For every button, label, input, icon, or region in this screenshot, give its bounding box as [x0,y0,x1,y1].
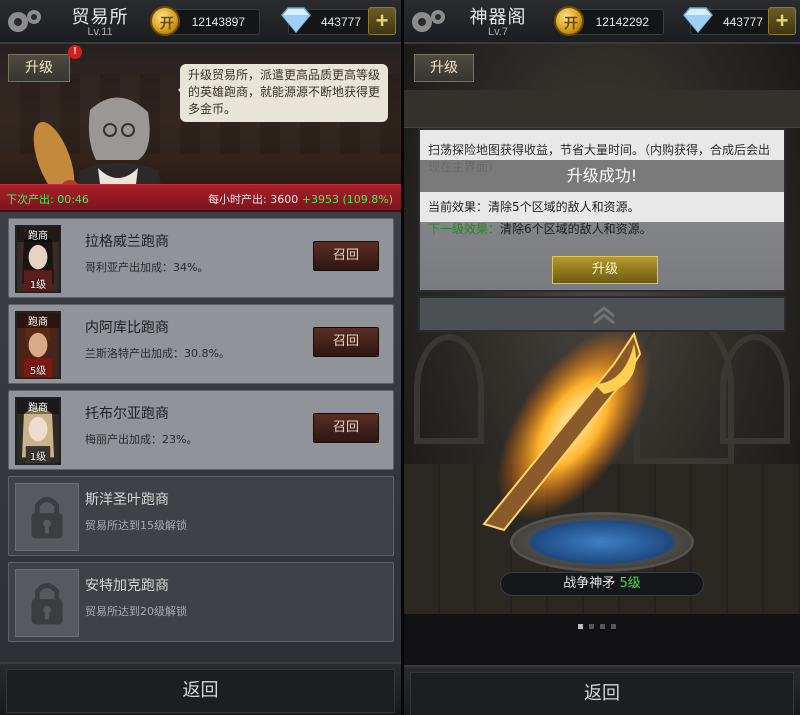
top-bar: 贸易所 Lv.11 12143897 开 443777 + [0,0,401,44]
diamond-value: 443777 [722,15,763,29]
merchant-row: 跑商 1级 托布尔亚跑商 梅丽产出加成：23%。 召回 [8,390,394,470]
merchant-portrait[interactable]: 跑商 5级 [15,311,61,379]
page-dot[interactable] [611,624,616,629]
page-dot[interactable] [589,624,594,629]
chevron-up-icon [593,306,615,325]
unlock-requirement: 贸易所达到15级解锁 [85,519,187,532]
next-output-timer: 下次产出: 00:46 [6,193,89,206]
merchant-bonus: 哥利亚产出加成：34%。 [85,261,209,274]
notification-badge: ! [68,45,82,59]
current-effect: 当前效果：清除5个区域的敌人和资源。 [428,198,640,215]
scene-header [404,90,800,128]
artifact-pavilion-panel: 神器阁 Lv.7 12142292 开 443777 + 升级 扫荡探险地图获得… [404,0,800,715]
page-dot[interactable] [600,624,605,629]
gold-coin-icon: 开 [554,6,584,36]
speech-bubble: 升级贸易所，派遣更高品质更高等级的英雄跑商，就能源源不断地获得更多金币。 [178,64,388,122]
merchant-level: 5级 [29,366,47,377]
upgrade-tab-button[interactable]: 升级 [414,54,474,82]
gold-value: 12143897 [191,15,245,29]
recall-button[interactable]: 召回 [313,413,379,443]
production-bar: 下次产出: 00:46 每小时产出: 3600 +3953 (109.8%) [0,184,401,212]
diamond-icon [278,6,314,34]
merchant-name: 安特加克跑商 [85,578,169,594]
next-effect: 下一级效果：清除6个区域的敌人和资源。 [428,220,652,237]
upgrade-tab-button[interactable]: 升级 [8,54,70,82]
bottom-bar: 返回 [404,665,800,715]
upgrade-success-toast: 升级成功! [420,160,784,192]
merchant-row: 跑商 1级 拉格威兰跑商 哥利亚产出加成：34%。 召回 [8,218,394,298]
artifact-info-panel: 扫荡探险地图获得收益，节省大量时间。（内购获得，合成后会出现在主界面） 升级成功… [418,128,786,292]
trading-post-panel: 贸易所 Lv.11 12143897 开 443777 + 升级 ! 升级贸易所… [0,0,401,715]
next-effect-label: 下一级效果： [428,222,501,236]
merchant-name: 斯洋圣叶跑商 [85,492,169,508]
merchant-name: 内阿库比跑商 [85,320,169,336]
back-button[interactable]: 返回 [410,672,794,715]
merchant-woman-portrait [33,97,161,184]
merchant-bonus: 梅丽产出加成：23%。 [85,433,198,446]
merchant-tag: 跑商 [17,399,59,414]
unlock-requirement: 贸易所达到20级解锁 [85,605,187,618]
collapse-panel-button[interactable] [418,296,786,332]
page-dot[interactable] [578,624,583,629]
diamond-value: 443777 [320,15,361,29]
top-bar: 神器阁 Lv.7 12142292 开 443777 + [404,0,800,44]
artifact-name-label: 战争神矛 5级 [500,572,704,596]
padlock-icon [15,483,79,551]
building-level: Lv.7 [488,26,508,38]
locked-merchant-row: 安特加克跑商 贸易所达到20级解锁 [8,562,394,642]
next-effect-text: 清除6个区域的敌人和资源。 [500,222,652,236]
artifact-level: 5级 [619,576,641,591]
merchant-list: 跑商 1级 拉格威兰跑商 哥利亚产出加成：34%。 召回 跑商 5级 内阿库比跑… [0,212,401,662]
merchant-name: 拉格威兰跑商 [85,234,169,250]
merchant-name: 托布尔亚跑商 [85,406,169,422]
merchant-level: 1级 [29,452,47,463]
hourly-output-bonus: +3953 (109.8%) [301,193,393,206]
merchant-portrait[interactable]: 跑商 1级 [15,225,61,293]
add-diamonds-button[interactable]: + [768,7,796,35]
merchant-row: 跑商 5级 内阿库比跑商 兰斯洛特产出加成：30.8%。 召回 [8,304,394,384]
artifact-name: 战争神矛 [563,576,616,591]
gold-value: 12142292 [595,15,649,29]
merchant-tag: 跑商 [17,313,59,328]
war-spear-artifact-icon [482,328,652,532]
hourly-output-value: 每小时产出: 3600 [208,193,299,206]
recall-button[interactable]: 召回 [313,327,379,357]
diamond-icon [680,6,716,34]
merchant-level: 1级 [29,280,47,291]
current-effect-text: 清除5个区域的敌人和资源。 [488,200,640,214]
padlock-icon [15,569,79,637]
locked-merchant-row: 斯洋圣叶跑商 贸易所达到15级解锁 [8,476,394,556]
upgrade-button[interactable]: 升级 [552,256,658,284]
artifact-pedestal [510,512,694,572]
merchant-portrait[interactable]: 跑商 1级 [15,397,61,465]
gold-coin-icon: 开 [150,6,180,36]
page-indicator[interactable] [578,616,626,629]
settings-gear-icon[interactable] [4,6,44,38]
recall-button[interactable]: 召回 [313,241,379,271]
bottom-bar: 返回 [0,662,401,715]
add-diamonds-button[interactable]: + [368,7,396,35]
merchant-bonus: 兰斯洛特产出加成：30.8%。 [85,347,230,360]
building-level: Lv.11 [87,26,113,38]
hourly-output: 每小时产出: 3600 +3953 (109.8%) [208,191,393,207]
merchant-tag: 跑商 [17,227,59,242]
back-button[interactable]: 返回 [6,669,395,713]
current-effect-label: 当前效果： [428,200,489,214]
